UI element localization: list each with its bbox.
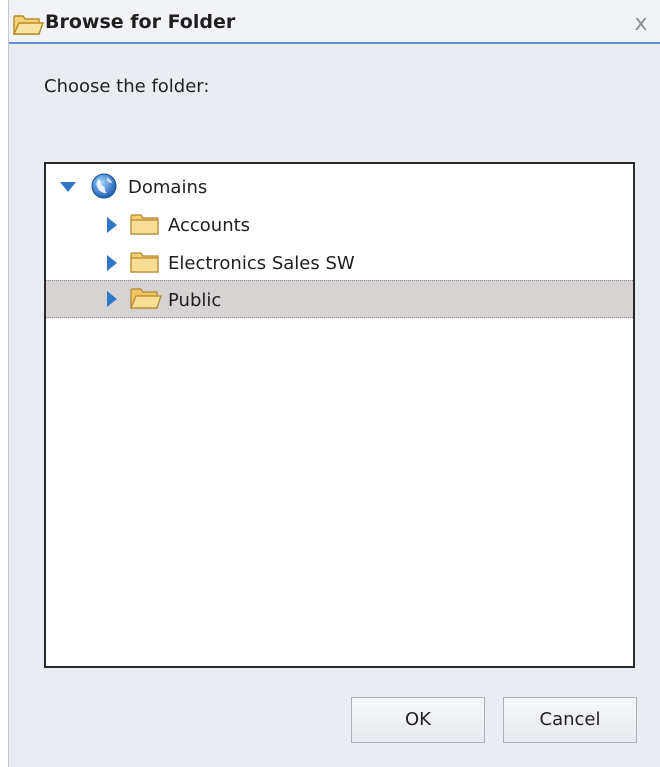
- collapsed-arrow-icon[interactable]: [107, 255, 117, 271]
- tree-node-electronics-sales-sw[interactable]: Electronics Sales SW: [46, 244, 633, 282]
- folder-icon: [130, 252, 159, 273]
- dialog-title: Browse for Folder: [45, 11, 236, 33]
- collapsed-arrow-icon[interactable]: [107, 291, 117, 307]
- folder-browse-icon: [12, 15, 44, 35]
- tree-node-accounts[interactable]: Accounts: [46, 206, 633, 244]
- globe-icon: [91, 173, 117, 199]
- tree-label-accounts: Accounts: [168, 215, 251, 236]
- folder-open-icon: [130, 288, 162, 309]
- expanded-arrow-icon[interactable]: [60, 182, 76, 192]
- choose-folder-label: Choose the folder:: [44, 76, 210, 97]
- ok-button[interactable]: OK: [351, 697, 485, 743]
- folder-tree: Domains Accounts Electronics Sales SW Pu…: [44, 162, 635, 668]
- tree-label-electronics-sales-sw: Electronics Sales SW: [168, 253, 355, 274]
- cancel-button[interactable]: Cancel: [503, 697, 637, 743]
- browse-folder-dialog: Browse for Folder x Choose the folder: D…: [8, 0, 660, 767]
- title-bar: Browse for Folder x: [9, 0, 660, 44]
- tree-node-domains[interactable]: Domains: [46, 168, 633, 206]
- collapsed-arrow-icon[interactable]: [107, 217, 117, 233]
- tree-node-public[interactable]: Public: [46, 280, 633, 318]
- close-button[interactable]: x: [627, 10, 655, 38]
- tree-label-public: Public: [168, 290, 222, 311]
- tree-label-domains: Domains: [128, 177, 208, 198]
- folder-icon: [130, 214, 159, 235]
